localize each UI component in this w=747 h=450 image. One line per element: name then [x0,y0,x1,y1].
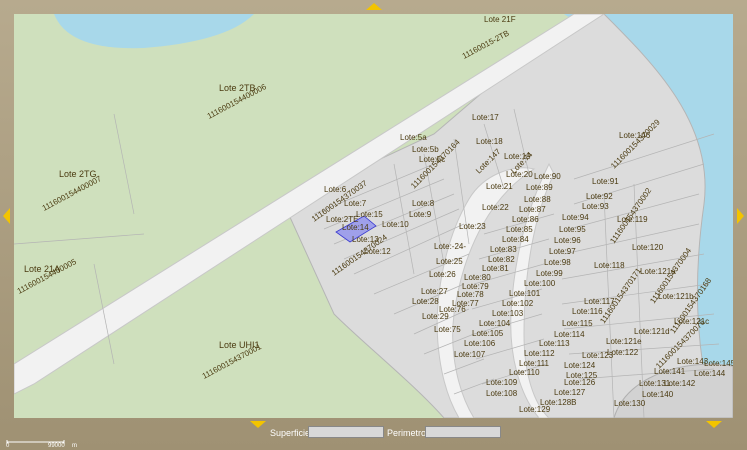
lot-label: Lote:79 [462,282,489,291]
lot-label: Lote:84 [502,235,529,244]
lot-label: Lote:28 [412,297,439,306]
superficie-label: Superficie [270,428,311,438]
lot-label: Lote:2TE [326,215,358,224]
lot-label: Lote:127 [554,388,586,397]
lot-label: Lote:123 [582,351,614,360]
lot-label: Lote:23 [459,222,486,231]
lot-label: Lote:91 [592,177,619,186]
lot-label: Lote:142 [664,379,696,388]
lot-label: Lote:121d [634,327,670,336]
lot-label: Lote:107 [454,350,486,359]
lot-label: Lote:86 [512,215,539,224]
lot-label: Lote:94 [562,213,589,222]
lot-label: Lote:27 [421,287,448,296]
lot-label: Lote:121e [606,337,642,346]
lot-label: Lote:104 [479,319,511,328]
lot-label: Lote:10 [382,220,409,229]
lot-label: Lote:111 [519,359,550,368]
lot-label: Lote:108 [486,389,518,398]
lot-label: Lote 21A [24,264,60,274]
lot-label: Lote:26 [429,270,456,279]
lot-label: Lote:114 [554,330,585,339]
footer-bar: Superficie Perimetro 0 99000 m [0,424,747,450]
lot-label: Lote:8 [412,199,435,208]
lot-label: Lote:126 [564,378,596,387]
lot-label: Lote 21F [484,15,516,24]
lot-label: Lote:93 [582,202,609,211]
lot-label: Lote:82 [488,255,515,264]
lot-label: Lote:15 [356,210,383,219]
lot-label: Lote:103 [492,309,524,318]
lot-label: Lote:17 [472,113,499,122]
lot-label: Lote:140 [642,390,674,399]
lot-label: Lote:118 [594,261,625,270]
lot-label: Lote:106 [464,339,496,348]
lot-label: Lote:85 [506,225,533,234]
lot-label: Lote:92 [586,192,613,201]
lot-label: Lote:89 [526,183,553,192]
lot-label: Lote:115 [562,319,593,328]
lot-label: Lote:25 [436,257,463,266]
lot-label: Lote:83 [490,245,517,254]
perimetro-label: Perimetro [387,428,427,438]
lot-label: Lote:109 [486,378,518,387]
perimetro-field[interactable] [425,426,501,438]
map-canvas[interactable]: Lote 21F 11160015-2TB 111600154400006 Lo… [14,14,733,418]
lot-label: Lote:96 [554,236,581,245]
lot-label: Lote 2TB [219,83,256,93]
scale-value-label: 99000 [48,443,65,449]
lot-label: Lote:77 [452,299,479,308]
lot-label: Lote:18 [476,137,503,146]
lot-label: Lote:81 [482,264,509,273]
lot-label: Lote:22 [482,203,509,212]
lot-label: Lote:116 [572,307,603,316]
lot-label: Lote:145 [704,359,733,368]
lot-label: Lote:95 [559,225,586,234]
lot-label: Lote:129 [519,405,551,414]
scale-unit-label: m [72,443,77,449]
lot-label: Lote:-24- [434,242,466,251]
pan-up-arrow-icon[interactable] [366,3,382,10]
lot-label: Lote:90 [534,172,561,181]
lot-label: Lote:112 [524,349,555,358]
lot-label: Lote:110 [509,368,540,377]
pan-right-arrow-icon[interactable] [737,208,744,224]
lot-label: Lote:78 [457,290,484,299]
map-svg[interactable]: Lote 21F 11160015-2TB 111600154400006 Lo… [14,14,733,418]
pan-left-arrow-icon[interactable] [3,208,10,224]
lot-label: Lote:130 [614,399,646,408]
lot-label: Lote:5a [400,133,427,142]
lot-label: Lote:120 [632,243,664,252]
superficie-field[interactable] [308,426,384,438]
lot-label: Lote:98 [544,258,571,267]
lot-label: Lote:14 [342,223,369,232]
lot-label: Lote:88 [524,195,551,204]
lot-label: Lote:100 [524,279,556,288]
lot-label: Lote:21 [486,182,513,191]
lot-label: Lote:87 [519,205,546,214]
lot-label: Lote:80 [464,273,491,282]
lot-label: Lote:75 [434,325,461,334]
lot-label: Lote:99 [536,269,563,278]
lot-label: Lote:113 [539,339,570,348]
lot-label: Lote:105 [472,329,504,338]
lot-label: Lote:102 [502,299,534,308]
lot-label: Lote:144 [694,369,726,378]
lot-label: Lote:97 [549,247,576,256]
lot-label: Lote:5b [412,145,439,154]
lot-label: Lote:101 [509,289,541,298]
lot-label: Lote:124 [564,361,596,370]
lot-label: Lote:9 [409,210,432,219]
scale-zero-label: 0 [6,443,10,449]
